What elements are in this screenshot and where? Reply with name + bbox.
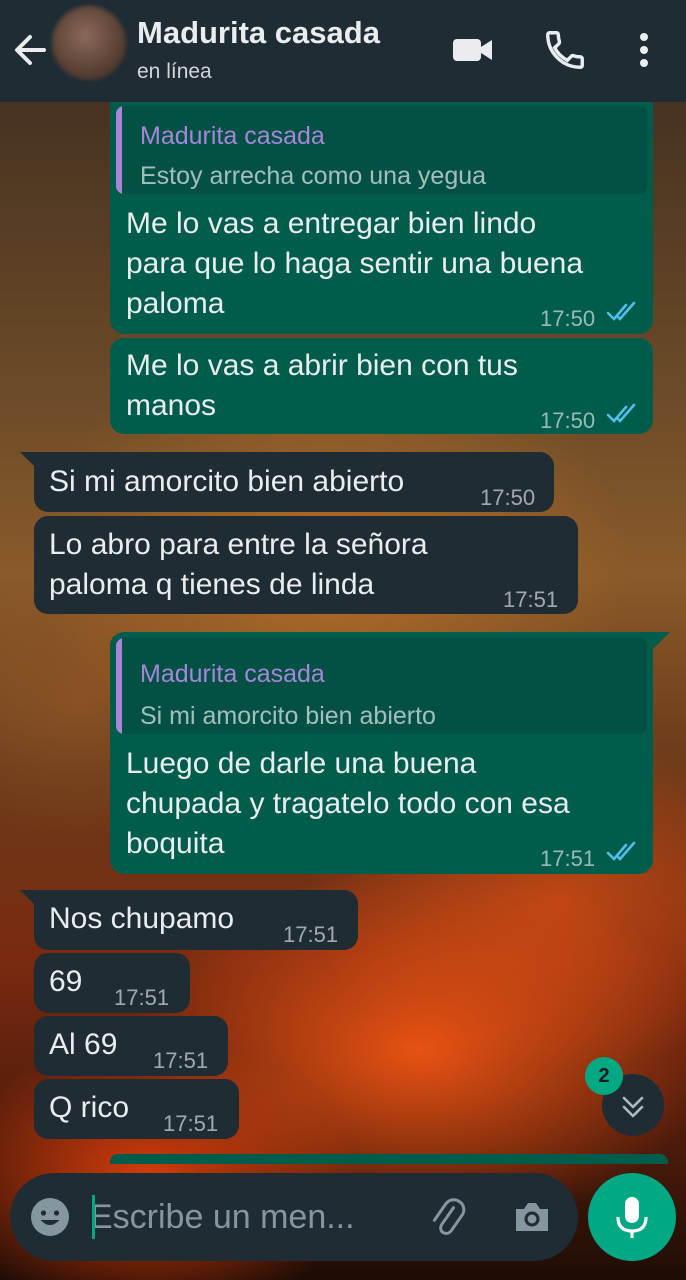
message-text-line: paloma q tienes de linda [49, 568, 375, 601]
video-call-button[interactable] [450, 27, 496, 73]
message-bubble-outgoing[interactable]: Madurita casada Estoy arrecha como una y… [110, 102, 653, 334]
message-time: 17:51 [503, 587, 559, 612]
quoted-message[interactable]: Madurita casada Estoy arrecha como una y… [116, 106, 647, 194]
paperclip-icon [432, 1198, 466, 1235]
message-bubble-outgoing[interactable]: Madurita casada Si mi amorcito bien abie… [110, 632, 653, 874]
message-composer [10, 1173, 578, 1261]
message-text-line: Luego de darle una buena [126, 747, 477, 780]
message-time: 17:50 [540, 306, 596, 331]
message-time: 17:51 [163, 1111, 219, 1136]
text-caret [92, 1195, 95, 1239]
message-bubble-outgoing-partial [110, 1154, 668, 1164]
video-camera-icon [453, 39, 492, 61]
message-bubble-incoming[interactable]: Lo abro para entre la señora paloma q ti… [34, 516, 578, 614]
message-bubble-outgoing[interactable]: Me lo vas a abrir bien con tus manos 17:… [110, 338, 653, 434]
attach-button[interactable] [425, 1195, 469, 1239]
message-time: 17:51 [153, 1048, 209, 1073]
back-button[interactable] [10, 30, 50, 70]
message-bubble-incoming[interactable]: Al 69 17:51 [34, 1016, 228, 1076]
voice-call-button[interactable] [542, 27, 588, 73]
message-bubble-incoming[interactable]: Si mi amorcito bien abierto 17:50 [34, 452, 554, 512]
message-input[interactable] [90, 1191, 390, 1243]
menu-button[interactable] [626, 27, 662, 73]
quote-author: Madurita casada [140, 122, 325, 150]
message-text-line: Nos chupamo [49, 902, 235, 935]
quote-bar [116, 638, 122, 734]
message-text-line: Me lo vas a entregar bien lindo [126, 207, 537, 240]
quote-text: Estoy arrecha como una yegua [140, 162, 487, 190]
quoted-message[interactable]: Madurita casada Si mi amorcito bien abie… [116, 638, 647, 734]
message-text-line: Lo abro para entre la señora [49, 528, 428, 561]
quote-author: Madurita casada [140, 660, 325, 688]
message-text-line: para que lo haga sentir una buena [126, 247, 584, 280]
message-time: 17:51 [540, 846, 596, 871]
message-time: 17:51 [114, 985, 170, 1010]
message-time: 17:50 [480, 485, 536, 510]
message-text-line: chupada y tragatelo todo con esa [126, 787, 570, 820]
message-text-line: manos [126, 389, 217, 422]
bubble-tail [650, 632, 670, 652]
double-check-icon [606, 841, 636, 861]
phone-icon [546, 31, 584, 69]
camera-button[interactable] [510, 1195, 554, 1239]
microphone-icon [616, 1197, 648, 1238]
message-text-line: boquita [126, 827, 225, 860]
message-text-line: paloma [126, 287, 225, 320]
smiley-icon [31, 1198, 69, 1236]
message-time: 17:51 [283, 922, 339, 947]
contact-status: en línea [137, 60, 212, 83]
quote-bar [116, 106, 122, 194]
message-time: 17:50 [540, 408, 596, 433]
message-text-line: Me lo vas a abrir bien con tus [126, 349, 518, 382]
message-bubble-incoming[interactable]: 69 17:51 [34, 953, 190, 1013]
more-vert-icon [640, 33, 648, 67]
voice-message-button[interactable] [588, 1173, 676, 1261]
message-text-line: Si mi amorcito bien abierto [49, 465, 405, 498]
emoji-button[interactable] [28, 1195, 72, 1239]
contact-name[interactable]: Madurita casada [137, 15, 380, 51]
double-check-icon [606, 301, 636, 321]
chat-header: Madurita casada en línea [0, 0, 686, 102]
double-check-icon [606, 403, 636, 423]
unread-count-badge: 2 [585, 1057, 623, 1095]
arrow-left-icon [15, 35, 46, 65]
message-text-line: Q rico [49, 1091, 130, 1124]
message-text-line: 69 [49, 965, 83, 998]
quote-text: Si mi amorcito bien abierto [140, 702, 436, 730]
message-bubble-incoming[interactable]: Q rico 17:51 [34, 1079, 239, 1139]
camera-icon [516, 1203, 548, 1231]
avatar[interactable] [52, 6, 126, 80]
message-bubble-incoming[interactable]: Nos chupamo 17:51 [34, 890, 358, 950]
message-text-line: Al 69 [49, 1028, 118, 1061]
